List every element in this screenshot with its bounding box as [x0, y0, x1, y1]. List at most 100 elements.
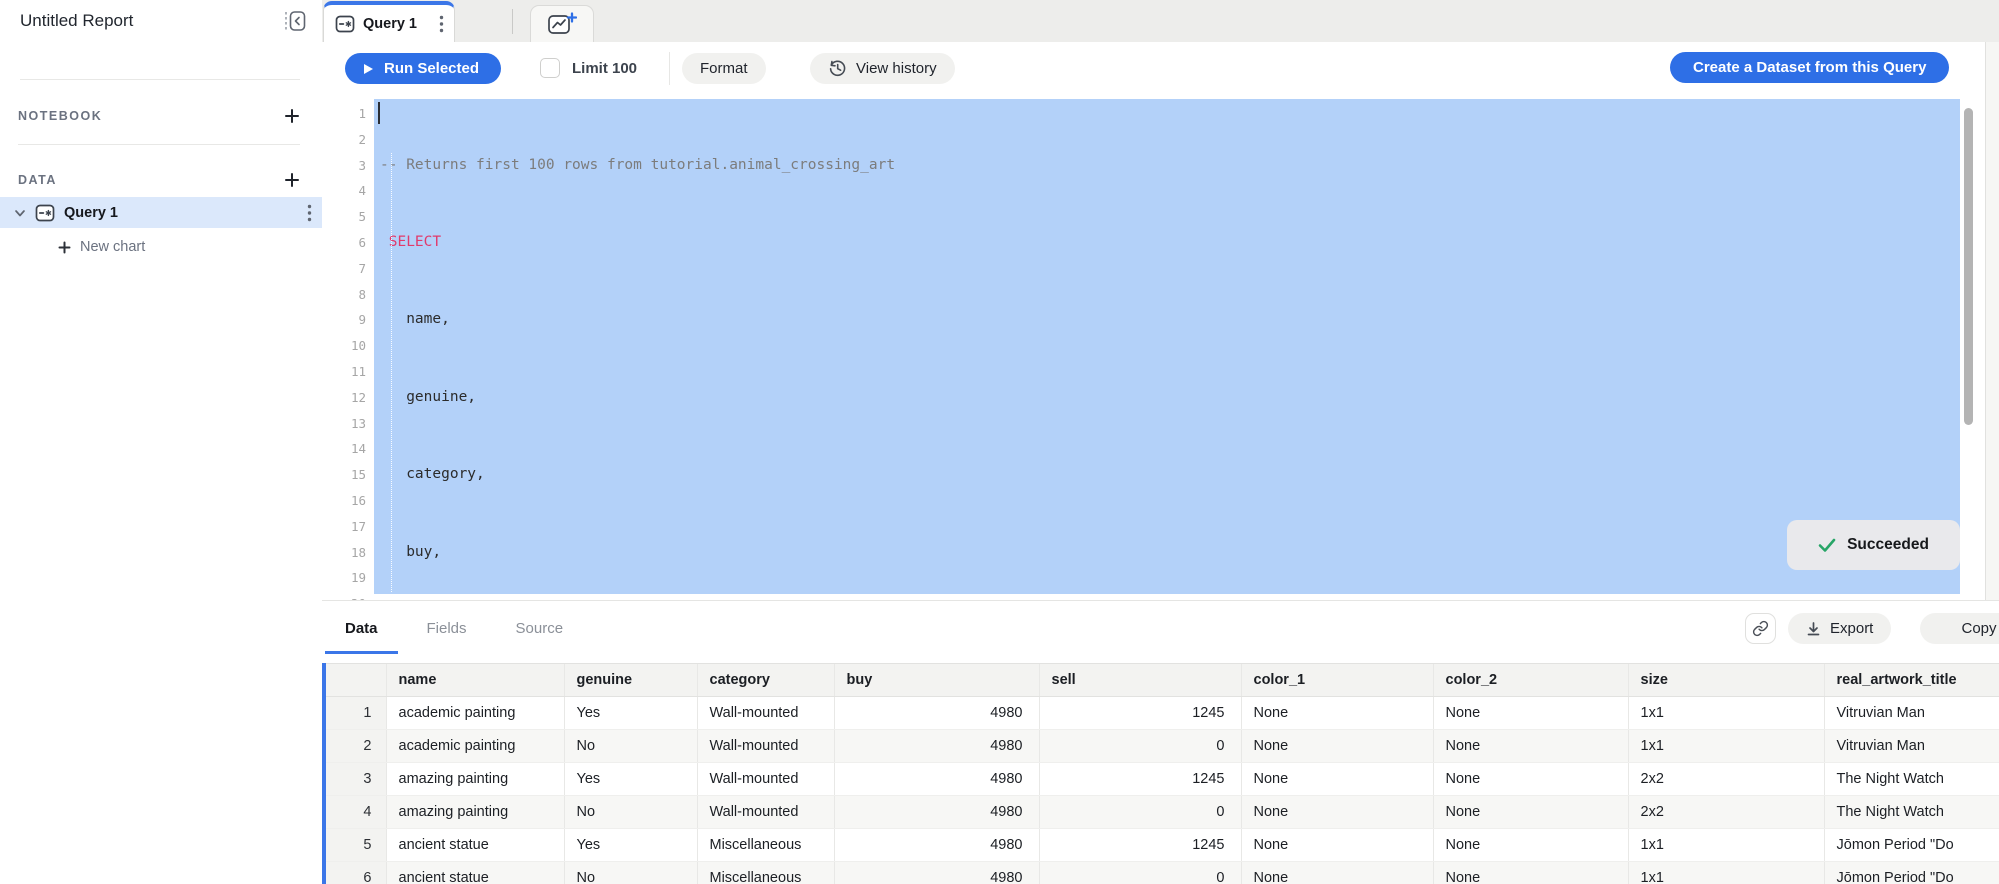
plus-icon	[284, 108, 300, 124]
notebook-section-header: NOTEBOOK	[18, 104, 302, 128]
tab-divider	[512, 9, 513, 34]
cell-sell: 0	[1039, 730, 1241, 763]
new-chart-label: New chart	[80, 239, 145, 255]
cell-name: ancient statue	[386, 829, 564, 862]
cell-buy: 4980	[834, 763, 1039, 796]
data-section-header: DATA	[18, 168, 302, 192]
chevron-down-icon[interactable]	[14, 207, 26, 219]
cell-sell: 1245	[1039, 697, 1241, 730]
line-number: 1	[322, 101, 366, 127]
cell-buy: 4980	[834, 697, 1039, 730]
cell-color-1: None	[1241, 829, 1433, 862]
limit-100-checkbox[interactable]	[540, 58, 560, 78]
line-number: 4	[322, 178, 366, 204]
line-number: 12	[322, 385, 366, 411]
row-number: 2	[322, 730, 386, 763]
format-label: Format	[700, 60, 748, 77]
tab-query-1[interactable]: Query 1	[323, 1, 455, 42]
add-notebook-cell-button[interactable]	[282, 106, 302, 126]
line-number: 11	[322, 359, 366, 385]
status-badge-label: Succeeded	[1847, 536, 1929, 554]
text-cursor	[378, 102, 380, 124]
cell-color-2: None	[1433, 763, 1628, 796]
indent-guide	[391, 153, 392, 592]
column-header: size	[1628, 664, 1824, 697]
column-header: genuine	[564, 664, 697, 697]
cell-category: Wall-mounted	[697, 796, 834, 829]
query-toolbar: Run Selected Limit 100 Format View histo…	[322, 42, 1985, 95]
cell-sell: 1245	[1039, 763, 1241, 796]
cell-size: 2x2	[1628, 796, 1824, 829]
sidebar-divider	[20, 79, 300, 80]
line-number: 6	[322, 230, 366, 256]
cell-sell: 0	[1039, 862, 1241, 884]
line-number: 3	[322, 153, 366, 179]
cell-name: academic painting	[386, 730, 564, 763]
selected-result-accent-bar	[322, 663, 326, 884]
column-header: color_1	[1241, 664, 1433, 697]
cell-sell: 0	[1039, 796, 1241, 829]
table-row: 1 academic painting Yes Wall-mounted 498…	[322, 697, 1999, 730]
cell-color-1: None	[1241, 796, 1433, 829]
download-icon	[1806, 621, 1821, 637]
sidebar-item-new-chart[interactable]: New chart	[58, 233, 145, 261]
cell-category: Miscellaneous	[697, 862, 834, 884]
cell-color-1: None	[1241, 763, 1433, 796]
active-tab-underline	[325, 651, 398, 654]
cell-name: amazing painting	[386, 796, 564, 829]
editor-scrollbar[interactable]	[1964, 108, 1973, 425]
line-number: 15	[322, 462, 366, 488]
cell-real-artwork-title: Vitruvian Man	[1824, 697, 1999, 730]
data-section-label: DATA	[18, 173, 57, 187]
cell-genuine: Yes	[564, 829, 697, 862]
copy-label: Copy	[1961, 620, 1996, 637]
collapse-sidebar-button[interactable]	[280, 7, 310, 35]
format-button[interactable]: Format	[682, 53, 766, 84]
report-title-row: Untitled Report	[20, 6, 310, 36]
row-number-header	[322, 664, 386, 697]
line-number: 5	[322, 204, 366, 230]
toolbar-divider	[669, 52, 670, 85]
cell-genuine: Yes	[564, 697, 697, 730]
share-link-button[interactable]	[1745, 613, 1776, 644]
cell-real-artwork-title: The Night Watch	[1824, 763, 1999, 796]
check-icon	[1818, 538, 1836, 553]
cell-buy: 4980	[834, 829, 1039, 862]
cell-genuine: No	[564, 730, 697, 763]
line-number: 7	[322, 256, 366, 282]
tab-kebab-menu-button[interactable]	[437, 13, 446, 35]
tab-query-1-label: Query 1	[363, 16, 429, 32]
cell-real-artwork-title: Vitruvian Man	[1824, 730, 1999, 763]
link-icon	[1752, 620, 1769, 637]
cell-buy: 4980	[834, 796, 1039, 829]
sql-code: -- Returns first 100 rows from tutorial.…	[374, 101, 895, 600]
export-button[interactable]: Export	[1788, 613, 1891, 644]
row-number: 5	[322, 829, 386, 862]
cell-genuine: No	[564, 862, 697, 884]
plus-icon	[58, 241, 71, 254]
add-data-source-button[interactable]	[282, 170, 302, 190]
line-number: 13	[322, 411, 366, 437]
results-actions: Export Copy	[322, 613, 1999, 644]
query-cell-icon	[35, 203, 55, 223]
run-selected-button[interactable]: Run Selected	[345, 53, 501, 84]
row-number: 6	[322, 862, 386, 884]
line-number: 16	[322, 488, 366, 514]
table-header-row: name genuine category buy sell color_1 c…	[322, 664, 1999, 697]
create-dataset-button[interactable]: Create a Dataset from this Query	[1670, 52, 1949, 83]
row-number: 3	[322, 763, 386, 796]
code-line: -- Returns first 100 rows from tutorial.…	[380, 153, 895, 179]
query-kebab-menu-button[interactable]	[305, 202, 314, 224]
code-line: category,	[380, 462, 895, 488]
cell-category: Wall-mounted	[697, 730, 834, 763]
sql-editor[interactable]: 1 2 3 4 5 6 7 8 9 10 11 12 13 14 15 16 1…	[322, 95, 1985, 600]
code-line: genuine,	[380, 385, 895, 411]
new-chart-tab[interactable]	[530, 5, 594, 42]
cell-color-2: None	[1433, 796, 1628, 829]
cell-category: Wall-mounted	[697, 697, 834, 730]
view-history-button[interactable]: View history	[810, 53, 955, 84]
copy-button[interactable]: Copy	[1920, 613, 1999, 644]
sidebar-item-query-1[interactable]: Query 1	[0, 197, 322, 228]
line-number: 17	[322, 514, 366, 540]
limit-100-label: Limit 100	[572, 60, 637, 77]
